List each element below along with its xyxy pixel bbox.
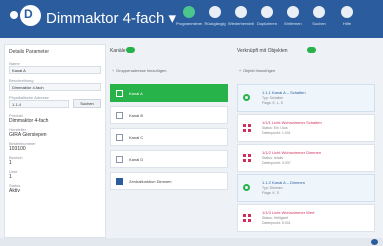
channels-panel: Kanäle + Gruppenadresse hinzufügen Kanal …: [110, 44, 230, 236]
help-icon: [341, 6, 353, 18]
channels-title: Kanäle: [110, 48, 126, 54]
channel-row[interactable]: Kanal A: [110, 84, 228, 102]
field-value: 103100: [9, 146, 26, 152]
device-title[interactable]: Dimmaktor 4-fach ▾: [46, 9, 176, 27]
address-input[interactable]: 1.1.4: [9, 100, 69, 108]
toolbar-btn-6[interactable]: Suchen: [306, 6, 332, 32]
field-value: 1: [9, 160, 12, 166]
objects-toggle[interactable]: [307, 47, 316, 53]
search-address-button[interactable]: Suchen: [73, 99, 101, 108]
central-function-icon: [116, 178, 123, 185]
object-row[interactable]: 1/1/2 Licht Wohnzimmer Dimmen Status: re…: [237, 144, 375, 172]
delete-icon: [287, 6, 299, 18]
toolbar-btn-7[interactable]: Hilfe: [334, 6, 360, 32]
objects-panel: Verknüpft mit Objekten + Objekt hinzufüge…: [237, 44, 379, 236]
details-panel: Details Parameter Name Kanal A Beschreib…: [4, 44, 106, 238]
add-group-address-button[interactable]: + Gruppenadresse hinzufügen: [110, 68, 228, 78]
power-icon: [183, 6, 195, 18]
toolbar-btn-3[interactable]: Wiederherstellen: [228, 6, 254, 32]
channel-icon: [116, 134, 123, 141]
name-input[interactable]: Kanal A: [9, 66, 101, 74]
device-logo-icon: D: [20, 5, 41, 26]
field-value: GIRA Giersiepen: [9, 132, 47, 138]
description-input[interactable]: Dimmaktor 4-fach: [9, 83, 101, 91]
toolbar-btn-5[interactable]: Entfernen: [280, 6, 306, 32]
field-value: Dimmaktor 4-fach: [9, 118, 49, 124]
wrench-icon: [243, 184, 250, 191]
top-bar: D Dimmaktor 4-fach ▾ Programmieren Rückg…: [0, 0, 383, 38]
object-row[interactable]: 1.1.1 Kanal A – Schalten Typ: Schalten F…: [237, 84, 375, 112]
objects-title: Verknüpft mit Objekten: [237, 48, 288, 54]
channel-icon: [116, 156, 123, 163]
object-row[interactable]: 1/1/3 Licht Wohnzimmer Wert Status: Hell…: [237, 204, 375, 232]
channel-icon: [116, 90, 123, 97]
menu-icon[interactable]: [10, 11, 18, 19]
field-value: Aktiv: [9, 188, 20, 194]
grid-icon: [243, 154, 251, 162]
details-header[interactable]: Details Parameter: [9, 49, 49, 55]
grid-icon: [243, 214, 251, 222]
grid-icon: [243, 124, 251, 132]
copy-icon: [261, 6, 273, 18]
toolbar-btn-4[interactable]: Duplizieren: [254, 6, 280, 32]
field-value: 1: [9, 174, 12, 180]
wrench-icon: [243, 94, 250, 101]
channel-row[interactable]: Kanal C: [110, 128, 228, 146]
add-object-button[interactable]: + Objekt hinzufügen: [237, 68, 275, 73]
toolbar-btn-2[interactable]: Rückgängig: [202, 6, 228, 32]
help-icon[interactable]: [371, 239, 378, 245]
app-window: D Dimmaktor 4-fach ▾ Programmieren Rückg…: [0, 0, 383, 246]
channel-row[interactable]: Kanal B: [110, 106, 228, 124]
redo-icon: [235, 6, 247, 18]
object-row[interactable]: 1.1.2 Kanal A – Dimmen Typ: Dimmen Flags…: [237, 174, 375, 202]
search-icon: [313, 6, 325, 18]
channel-icon: [116, 112, 123, 119]
status-bar: [0, 238, 383, 246]
object-row[interactable]: 1/1/1 Licht Wohnzimmer Schalten Status: …: [237, 114, 375, 142]
channel-row[interactable]: Zentralfunktion Dimmen: [110, 172, 228, 190]
undo-icon: [209, 6, 221, 18]
channels-toggle[interactable]: [126, 47, 135, 53]
toolbar-btn-1[interactable]: Programmieren: [176, 6, 202, 32]
channel-row[interactable]: Kanal D: [110, 150, 228, 168]
